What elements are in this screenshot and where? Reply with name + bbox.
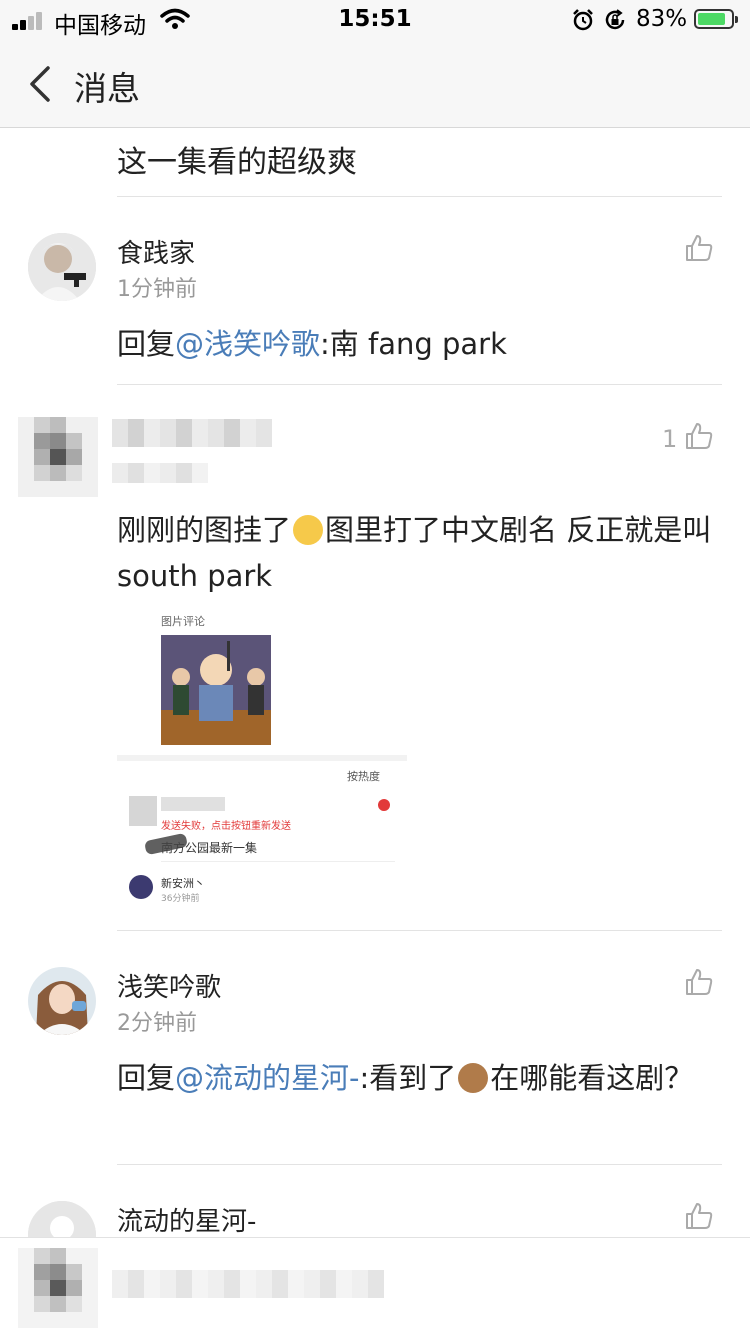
mention-link[interactable]: @流动的星河- bbox=[175, 1061, 359, 1095]
image-caption: 图片评论 bbox=[161, 615, 205, 628]
avatar[interactable] bbox=[28, 1201, 96, 1237]
divider bbox=[117, 196, 722, 197]
bottom-bar[interactable] bbox=[0, 1237, 750, 1334]
comment-text: 这一集看的超级爽 bbox=[117, 145, 357, 180]
like-count: 1 bbox=[662, 425, 678, 453]
sweat-smile-emoji bbox=[293, 515, 324, 545]
mention-link[interactable]: @浅笑吟歌 bbox=[175, 327, 320, 361]
input-blurred bbox=[112, 1270, 384, 1298]
timestamp: 1分钟前 bbox=[117, 277, 197, 302]
comment-image[interactable]: 图片评论 按热度 发送失败，点击按钮重新发送 南方公园最新一集 新安洲丶 36分… bbox=[117, 613, 407, 909]
username-blurred bbox=[112, 419, 272, 447]
thumbs-up-icon[interactable] bbox=[684, 1201, 714, 1231]
thumbs-up-icon[interactable] bbox=[684, 967, 714, 997]
avatar bbox=[18, 1248, 98, 1328]
divider bbox=[117, 1164, 722, 1165]
avatar[interactable] bbox=[18, 417, 98, 497]
sort-by-heat: 按热度 bbox=[347, 770, 380, 783]
page-title: 消息 bbox=[74, 69, 140, 108]
divider bbox=[117, 384, 722, 385]
avatar[interactable] bbox=[28, 233, 96, 301]
thumbs-up-icon[interactable] bbox=[684, 421, 714, 451]
thumbs-up-icon[interactable] bbox=[684, 233, 714, 263]
battery-percent: 83% bbox=[636, 6, 688, 32]
see-no-evil-monkey-emoji bbox=[458, 1063, 489, 1093]
battery-charging-icon bbox=[694, 9, 738, 29]
divider bbox=[117, 930, 722, 931]
comment-list[interactable]: 这一集看的超级爽 食践家 1分钟前 回复@浅笑吟歌:南 fang park 1 bbox=[0, 129, 750, 1237]
username[interactable]: 浅笑吟歌 bbox=[117, 967, 221, 1004]
comment-text: 回复@流动的星河-:看到了 在哪能看这剧？ bbox=[117, 1061, 694, 1095]
status-bar: 中国移动 15:51 83% bbox=[0, 0, 750, 40]
timestamp: 2分钟前 bbox=[117, 1011, 197, 1036]
avatar[interactable] bbox=[28, 967, 96, 1035]
cartoon-scene-image bbox=[161, 635, 271, 745]
sub-comment-time: 36分钟前 bbox=[161, 894, 200, 904]
chevron-left-icon[interactable] bbox=[26, 62, 56, 106]
rotation-lock-icon bbox=[605, 9, 625, 30]
comment-text: 回复@浅笑吟歌:南 fang park bbox=[117, 327, 507, 361]
username[interactable]: 流动的星河- bbox=[117, 1201, 256, 1237]
sub-comment-user: 新安洲丶 bbox=[161, 877, 205, 890]
username[interactable]: 食践家 bbox=[117, 233, 195, 270]
comment-text: 刚刚的图挂了 图里打了中文剧名 反正就是叫south park bbox=[117, 513, 712, 593]
timestamp-blurred bbox=[112, 463, 208, 483]
send-failed-text: 发送失败，点击按钮重新发送 bbox=[161, 821, 291, 832]
alarm-icon bbox=[573, 9, 593, 31]
nav-bar: 消息 bbox=[0, 40, 750, 128]
